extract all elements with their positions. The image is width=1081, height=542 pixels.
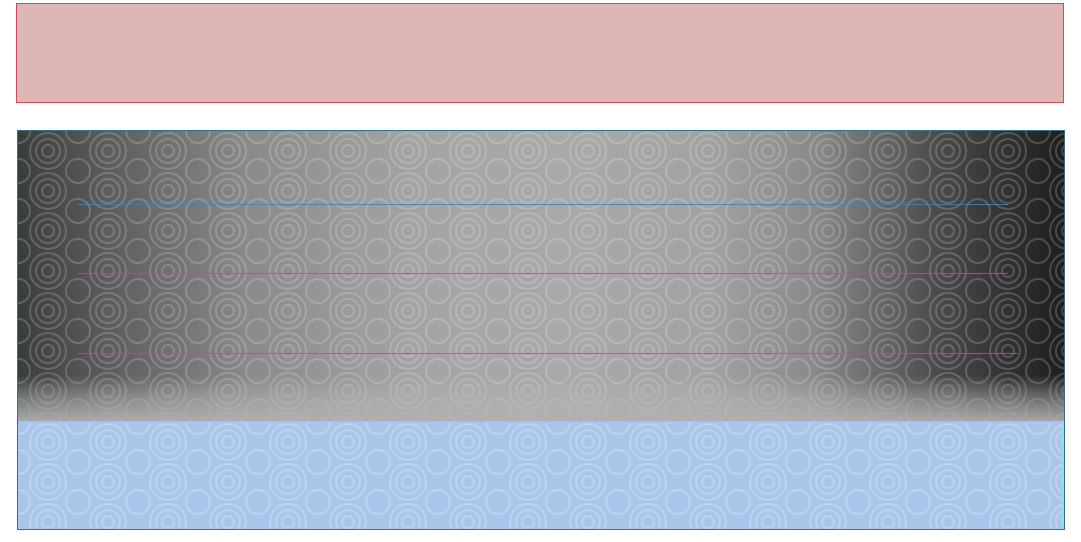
blue-band xyxy=(18,421,1064,529)
guide-line-1 xyxy=(78,204,1008,205)
top-panel xyxy=(16,3,1064,103)
swirl-pattern-blue xyxy=(18,422,1064,529)
main-panel xyxy=(17,130,1065,530)
guide-line-2 xyxy=(78,273,1008,274)
guide-line-3 xyxy=(78,353,1018,354)
blue-band-edge xyxy=(1062,421,1064,529)
swirl-pattern xyxy=(18,131,1064,421)
gradient-area xyxy=(18,131,1064,421)
canvas xyxy=(0,0,1081,542)
